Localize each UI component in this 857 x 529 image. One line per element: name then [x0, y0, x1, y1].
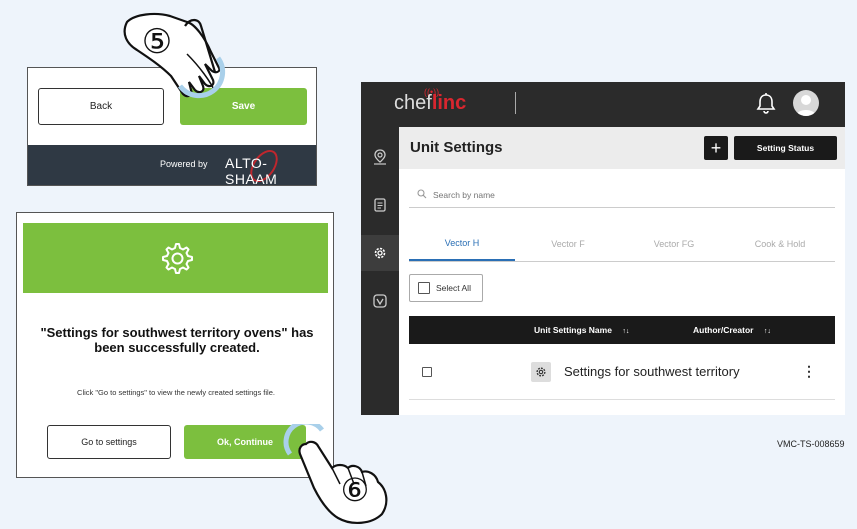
checkbox[interactable]: [418, 282, 430, 294]
column-header-author[interactable]: Author/Creator ↑↓: [693, 325, 771, 335]
success-note: Click "Go to settings" to view the newly…: [77, 388, 275, 397]
step-number-6: ⑥: [340, 472, 370, 508]
column-author-label: Author/Creator: [693, 325, 754, 335]
step-number-5: ⑤: [141, 23, 173, 61]
row-checkbox[interactable]: [422, 367, 432, 377]
add-button[interactable]: +: [704, 136, 728, 160]
search-icon: [417, 189, 427, 199]
brand-suffix: linc: [431, 92, 467, 114]
brand-prefix: chef: [394, 92, 432, 114]
row-menu-icon[interactable]: ⋮: [802, 363, 816, 380]
column-header-name[interactable]: Unit Settings Name ↑↓: [534, 325, 629, 335]
topbar-divider: [515, 92, 516, 114]
alto-shaam-logo: ALTO-SHAAM: [225, 155, 278, 186]
user-icon: [796, 95, 816, 116]
sort-icon: ↑↓: [763, 328, 771, 335]
cheflinc-logo[interactable]: cheflinc: [394, 92, 466, 115]
settings-file-icon: [531, 362, 551, 382]
avatar[interactable]: [793, 90, 819, 116]
tab-cook-hold[interactable]: Cook & Hold: [727, 227, 833, 261]
cheflinc-app-window: ((•)) cheflinc Unit Settings + Setting S…: [361, 82, 845, 415]
reference-code: VMC-TS-008659: [777, 439, 845, 449]
select-all-checkbox[interactable]: Select All: [409, 274, 483, 302]
tap-indicator-icon: [177, 56, 226, 99]
column-name-label: Unit Settings Name: [534, 325, 612, 335]
powered-by-footer: Powered by ALTO-SHAAM: [28, 144, 316, 186]
page-header: Unit Settings + Setting Status: [399, 127, 845, 169]
sidebar-item-documents[interactable]: [361, 187, 399, 223]
page-title: Unit Settings: [410, 139, 503, 156]
gear-icon: [536, 367, 546, 377]
powered-by-text: Powered by: [160, 159, 208, 169]
success-message: "Settings for southwest territory ovens"…: [40, 325, 314, 355]
document-icon: [374, 198, 386, 212]
sidebar-item-settings[interactable]: [361, 235, 399, 271]
gear-icon: [374, 247, 386, 259]
sidebar: [361, 127, 399, 415]
tab-vector-h[interactable]: Vector H: [409, 227, 515, 261]
tab-vector-f[interactable]: Vector F: [515, 227, 621, 261]
search-input[interactable]: [431, 186, 811, 204]
sidebar-item-locations[interactable]: [361, 139, 399, 175]
gear-icon: [161, 243, 193, 274]
go-to-settings-button[interactable]: Go to settings: [47, 425, 171, 459]
top-bar: ((•)) cheflinc: [361, 82, 845, 127]
search-bar: [409, 182, 835, 208]
sidebar-item-tags[interactable]: [361, 283, 399, 319]
tag-icon: [373, 294, 387, 308]
unit-type-tabs: Vector H Vector F Vector FG Cook & Hold: [409, 227, 835, 262]
table-header: Unit Settings Name ↑↓ Author/Creator ↑↓: [409, 316, 835, 344]
success-banner: [23, 223, 328, 293]
select-all-label: Select All: [436, 283, 471, 293]
sort-icon: ↑↓: [622, 328, 630, 335]
setting-status-button[interactable]: Setting Status: [734, 136, 837, 160]
bell-icon[interactable]: [756, 92, 776, 114]
row-settings-name[interactable]: Settings for southwest territory: [564, 364, 740, 379]
location-pin-icon: [374, 149, 386, 165]
tab-vector-fg[interactable]: Vector FG: [621, 227, 727, 261]
table-row[interactable]: Settings for southwest territory ⋮: [409, 344, 835, 400]
